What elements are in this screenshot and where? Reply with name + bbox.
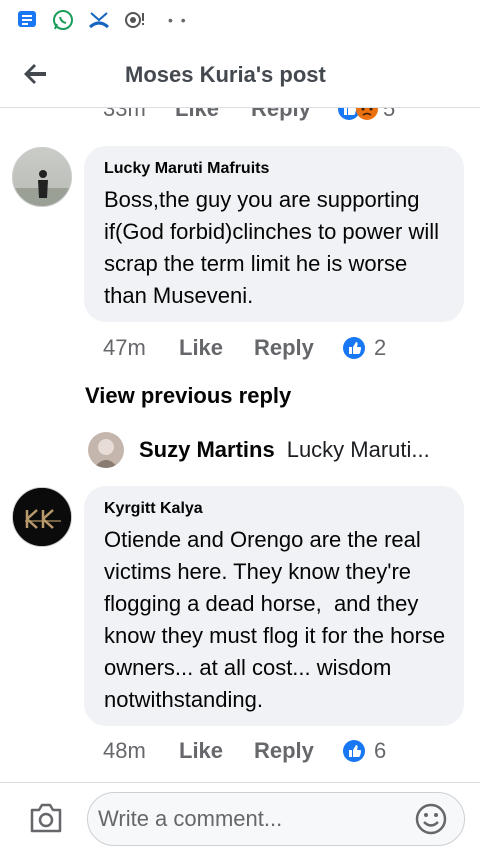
comment-time: 47m bbox=[103, 335, 146, 360]
comment-text: Otiende and Orengo are the real victims … bbox=[104, 527, 452, 712]
emoji-icon[interactable] bbox=[414, 802, 448, 836]
comment-time: 48m bbox=[103, 738, 146, 763]
comment-author[interactable]: Kyrgitt Kalya bbox=[104, 500, 446, 518]
status-more-dots: • • bbox=[168, 12, 188, 28]
comment-bubble: Lucky Maruti Mafruits Boss,the guy you a… bbox=[84, 146, 464, 322]
reply-button[interactable]: Reply bbox=[251, 108, 337, 122]
comment-actions: 48m Like Reply 6 bbox=[103, 738, 386, 764]
post-header: Moses Kuria's post bbox=[0, 44, 480, 108]
view-previous-reply-link[interactable]: View previous reply bbox=[85, 383, 291, 409]
person-silhouette-icon bbox=[13, 170, 71, 206]
message-notification-icon bbox=[18, 11, 36, 27]
angry-reaction-icon bbox=[356, 108, 378, 120]
like-reaction-icon[interactable] bbox=[342, 739, 366, 763]
page-title: Moses Kuria's post bbox=[125, 62, 326, 87]
reaction-count: 2 bbox=[374, 335, 387, 360]
status-bar: • • bbox=[0, 0, 480, 44]
comment-text: Boss,the guy you are supporting if(God f… bbox=[104, 187, 446, 308]
avatar[interactable] bbox=[12, 487, 72, 547]
comment-composer bbox=[0, 782, 480, 854]
reaction-stack[interactable] bbox=[337, 108, 383, 121]
comment-input[interactable] bbox=[87, 792, 465, 846]
reply-preview[interactable]: Suzy Martins Lucky Maruti... bbox=[88, 432, 430, 468]
kk-logo-icon bbox=[13, 488, 71, 546]
missed-call-icon bbox=[89, 12, 109, 29]
comment-actions: 47m Like Reply 2 bbox=[103, 335, 386, 361]
comment-time: 33m bbox=[103, 108, 146, 121]
reaction-count: 6 bbox=[374, 738, 387, 763]
reply-preview-text: Lucky Maruti... bbox=[286, 437, 430, 462]
like-button[interactable]: Like bbox=[175, 108, 251, 122]
notification-alert-icon bbox=[125, 12, 144, 28]
reply-button[interactable]: Reply bbox=[254, 738, 342, 764]
comment-bubble: Kyrgitt Kalya Otiende and Orengo are the… bbox=[84, 486, 464, 726]
like-button[interactable]: Like bbox=[179, 335, 254, 361]
reply-avatar bbox=[88, 432, 124, 468]
previous-comment-meta: 33m Like Reply 5 bbox=[0, 108, 480, 130]
avatar[interactable] bbox=[12, 147, 72, 207]
like-button[interactable]: Like bbox=[179, 738, 254, 764]
reaction-count: 5 bbox=[383, 108, 396, 121]
camera-icon[interactable] bbox=[28, 801, 64, 835]
back-arrow-icon[interactable] bbox=[20, 58, 52, 90]
whatsapp-icon bbox=[53, 10, 73, 30]
like-reaction-icon[interactable] bbox=[342, 336, 366, 360]
comment-author[interactable]: Lucky Maruti Mafruits bbox=[104, 160, 446, 178]
reply-author: Suzy Martins bbox=[139, 437, 275, 462]
reply-button[interactable]: Reply bbox=[254, 335, 342, 361]
